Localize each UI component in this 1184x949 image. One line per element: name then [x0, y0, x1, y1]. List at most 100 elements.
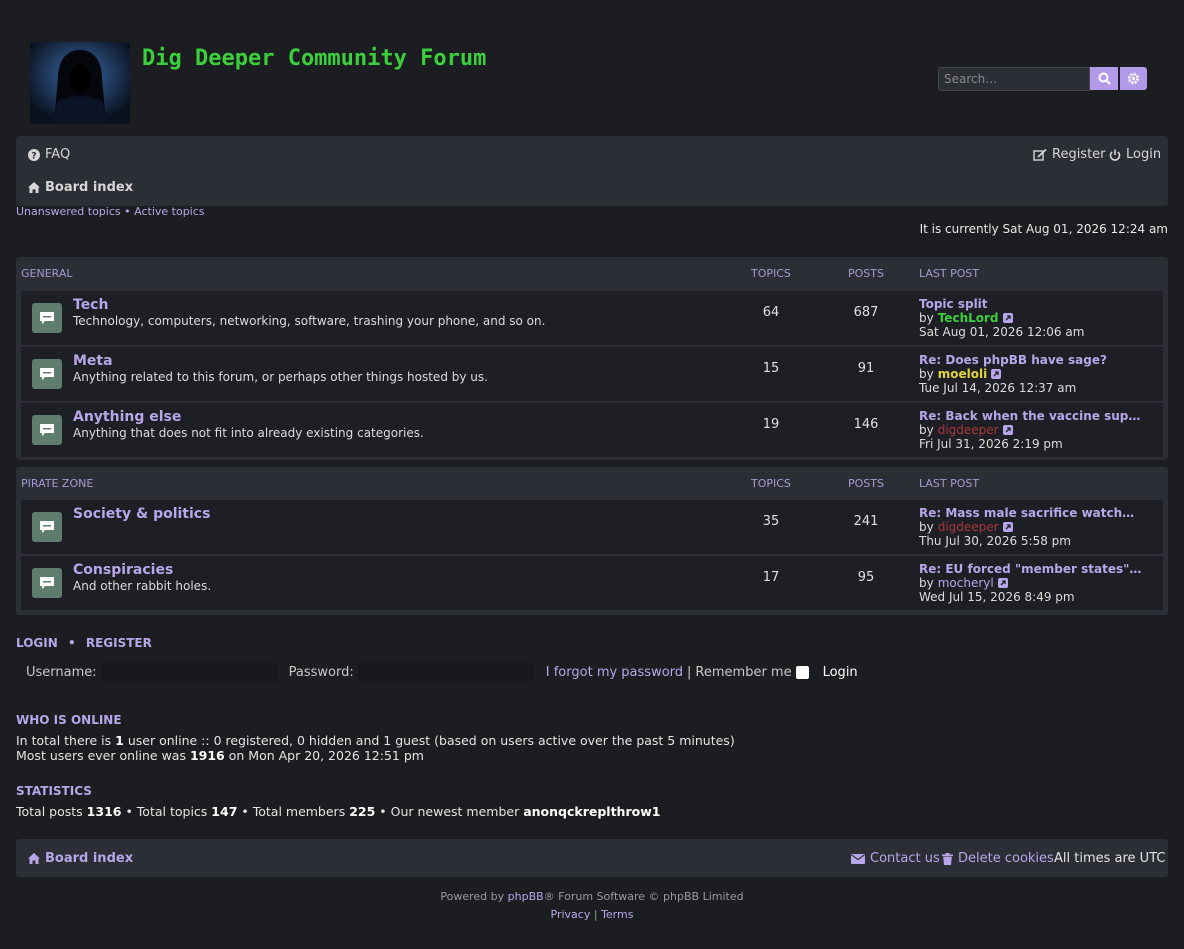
phpbb-link[interactable]: phpBB [508, 890, 544, 903]
last-post: Re: EU forced "member states"… by mocher… [919, 562, 1154, 604]
site-title[interactable]: Dig Deeper Community Forum [142, 46, 486, 71]
newest-member-label: • Our newest member [379, 804, 520, 819]
board-index-label: Board index [45, 180, 134, 195]
last-post-title-link[interactable]: Re: EU forced "member states"… [919, 562, 1154, 576]
search-button[interactable] [1090, 67, 1118, 90]
forum-read-icon [32, 512, 62, 542]
forum-title-link[interactable]: Conspiracies [73, 562, 173, 578]
active-topics-link[interactable]: Active topics [134, 205, 204, 218]
login-heading-link[interactable]: LOGIN [16, 636, 58, 650]
password-label: Password: [288, 665, 354, 680]
last-post-date: Wed Jul 15, 2026 8:49 pm [919, 590, 1075, 604]
last-post-author-link[interactable]: mocheryl [938, 576, 994, 590]
forum-post-count: 241 [853, 514, 879, 529]
who-is-online-heading[interactable]: WHO IS ONLINE [16, 713, 122, 727]
forum-topic-count: 15 [762, 361, 780, 376]
quicklinks-separator: • [124, 205, 131, 218]
unanswered-topics-link[interactable]: Unanswered topics [16, 205, 121, 218]
last-post-byline: by moeloli [919, 367, 1154, 381]
last-post-author-link[interactable]: digdeeper [938, 520, 999, 534]
online-text-a: In total there is [16, 733, 112, 748]
category-title[interactable]: GENERAL [21, 267, 73, 280]
forum-topic-count: 19 [762, 417, 780, 432]
view-latest-post-icon[interactable] [991, 369, 1002, 379]
forum-row: Meta Anything related to this forum, or … [21, 347, 1163, 402]
last-post: Re: Mass male sacrifice watch… by digdee… [919, 506, 1154, 548]
search-icon [1098, 72, 1111, 85]
board-index-link[interactable]: Board index [28, 180, 133, 195]
last-post: Re: Back when the vaccine sup… by digdee… [919, 409, 1154, 451]
forum-row: Anything else Anything that does not fit… [21, 403, 1163, 458]
privacy-link[interactable]: Privacy [551, 908, 591, 921]
advanced-search-button[interactable] [1120, 67, 1147, 90]
login-submit-button[interactable]: Login [823, 665, 858, 680]
envelope-icon [851, 853, 865, 864]
delete-cookies-label: Delete cookies [958, 851, 1054, 866]
contact-us-link[interactable]: Contact us [851, 851, 940, 866]
login-heading: LOGIN • REGISTER [16, 636, 152, 650]
login-label: Login [1126, 147, 1162, 162]
footer-board-index-link[interactable]: Board index [28, 851, 133, 866]
category-title[interactable]: PIRATE ZONE [21, 477, 93, 490]
last-post-author-link[interactable]: digdeeper [938, 423, 999, 437]
last-post-column-header: LAST POST [919, 477, 980, 490]
register-heading-link[interactable]: REGISTER [86, 636, 152, 650]
by-label: by [919, 367, 934, 381]
faq-link[interactable]: ? FAQ [28, 147, 70, 162]
password-field[interactable] [357, 663, 534, 682]
category-header: PIRATE ZONE TOPICS POSTS LAST POST [16, 467, 1168, 500]
contact-us-label: Contact us [870, 851, 940, 866]
site-logo[interactable] [30, 42, 130, 124]
register-link[interactable]: Register [1033, 147, 1106, 162]
last-post-title-link[interactable]: Re: Back when the vaccine sup… [919, 409, 1154, 423]
posts-column-header: POSTS [848, 477, 884, 490]
last-post-title-link[interactable]: Topic split [919, 297, 1154, 311]
quick-login-form: Username: Password: I forgot my password… [26, 663, 858, 682]
view-latest-post-icon[interactable] [1002, 522, 1013, 532]
svg-text:?: ? [31, 151, 36, 161]
login-link[interactable]: Login [1109, 147, 1161, 162]
view-latest-post-icon[interactable] [1002, 313, 1013, 323]
navbar: ? FAQ Register Login Board index [16, 136, 1168, 206]
total-topics-label: • Total topics [125, 804, 208, 819]
power-icon [1109, 149, 1121, 161]
delete-cookies-link[interactable]: Delete cookies [942, 851, 1054, 866]
newest-member-link[interactable]: anonqckreplthrow1 [523, 804, 660, 819]
quicklinks: Unanswered topics • Active topics [16, 205, 205, 218]
by-label: by [919, 576, 934, 590]
total-topics-value: 147 [211, 804, 238, 819]
last-post-title-link[interactable]: Re: Mass male sacrifice watch… [919, 506, 1154, 520]
category-header: GENERAL TOPICS POSTS LAST POST [16, 257, 1168, 290]
search-input[interactable]: Search… [938, 67, 1090, 91]
total-posts-value: 1316 [86, 804, 122, 819]
footer-board-index-label: Board index [45, 851, 134, 866]
online-text-b: user online :: 0 registered, 0 hidden an… [127, 733, 735, 748]
last-post-title-link[interactable]: Re: Does phpBB have sage? [919, 353, 1154, 367]
terms-link[interactable]: Terms [601, 908, 633, 921]
forum-description: Anything related to this forum, or perha… [73, 370, 488, 384]
by-label: by [919, 423, 934, 437]
footer-navbar: Board index Contact us Delete cookies Al… [16, 839, 1168, 877]
copyright: Powered by phpBB® Forum Software © phpBB… [0, 888, 1184, 924]
view-latest-post-icon[interactable] [997, 578, 1008, 588]
last-post: Re: Does phpBB have sage? by moeloli Tue… [919, 353, 1154, 395]
last-post-date: Fri Jul 31, 2026 2:19 pm [919, 437, 1063, 451]
forum-title-link[interactable]: Meta [73, 353, 113, 369]
forum-title-link[interactable]: Society & politics [73, 506, 210, 522]
remember-me-checkbox[interactable] [795, 666, 809, 679]
forum-read-icon [32, 568, 62, 598]
current-time: It is currently Sat Aug 01, 2026 12:24 a… [919, 222, 1168, 236]
total-members-value: 225 [349, 804, 376, 819]
view-latest-post-icon[interactable] [1002, 425, 1013, 435]
forum-read-icon [32, 303, 62, 333]
forum-title-link[interactable]: Anything else [73, 409, 181, 425]
forum-row: Tech Technology, computers, networking, … [21, 291, 1163, 346]
forum-description: And other rabbit holes. [73, 579, 212, 593]
username-field[interactable] [100, 663, 277, 682]
forum-title-link[interactable]: Tech [73, 297, 108, 313]
last-post-author-link[interactable]: moeloli [938, 367, 987, 381]
last-post-author-link[interactable]: TechLord [938, 311, 999, 325]
timezone-label: All times are UTC [1054, 851, 1166, 866]
last-post-byline: by TechLord [919, 311, 1154, 325]
forgot-password-link[interactable]: I forgot my password [546, 665, 683, 680]
